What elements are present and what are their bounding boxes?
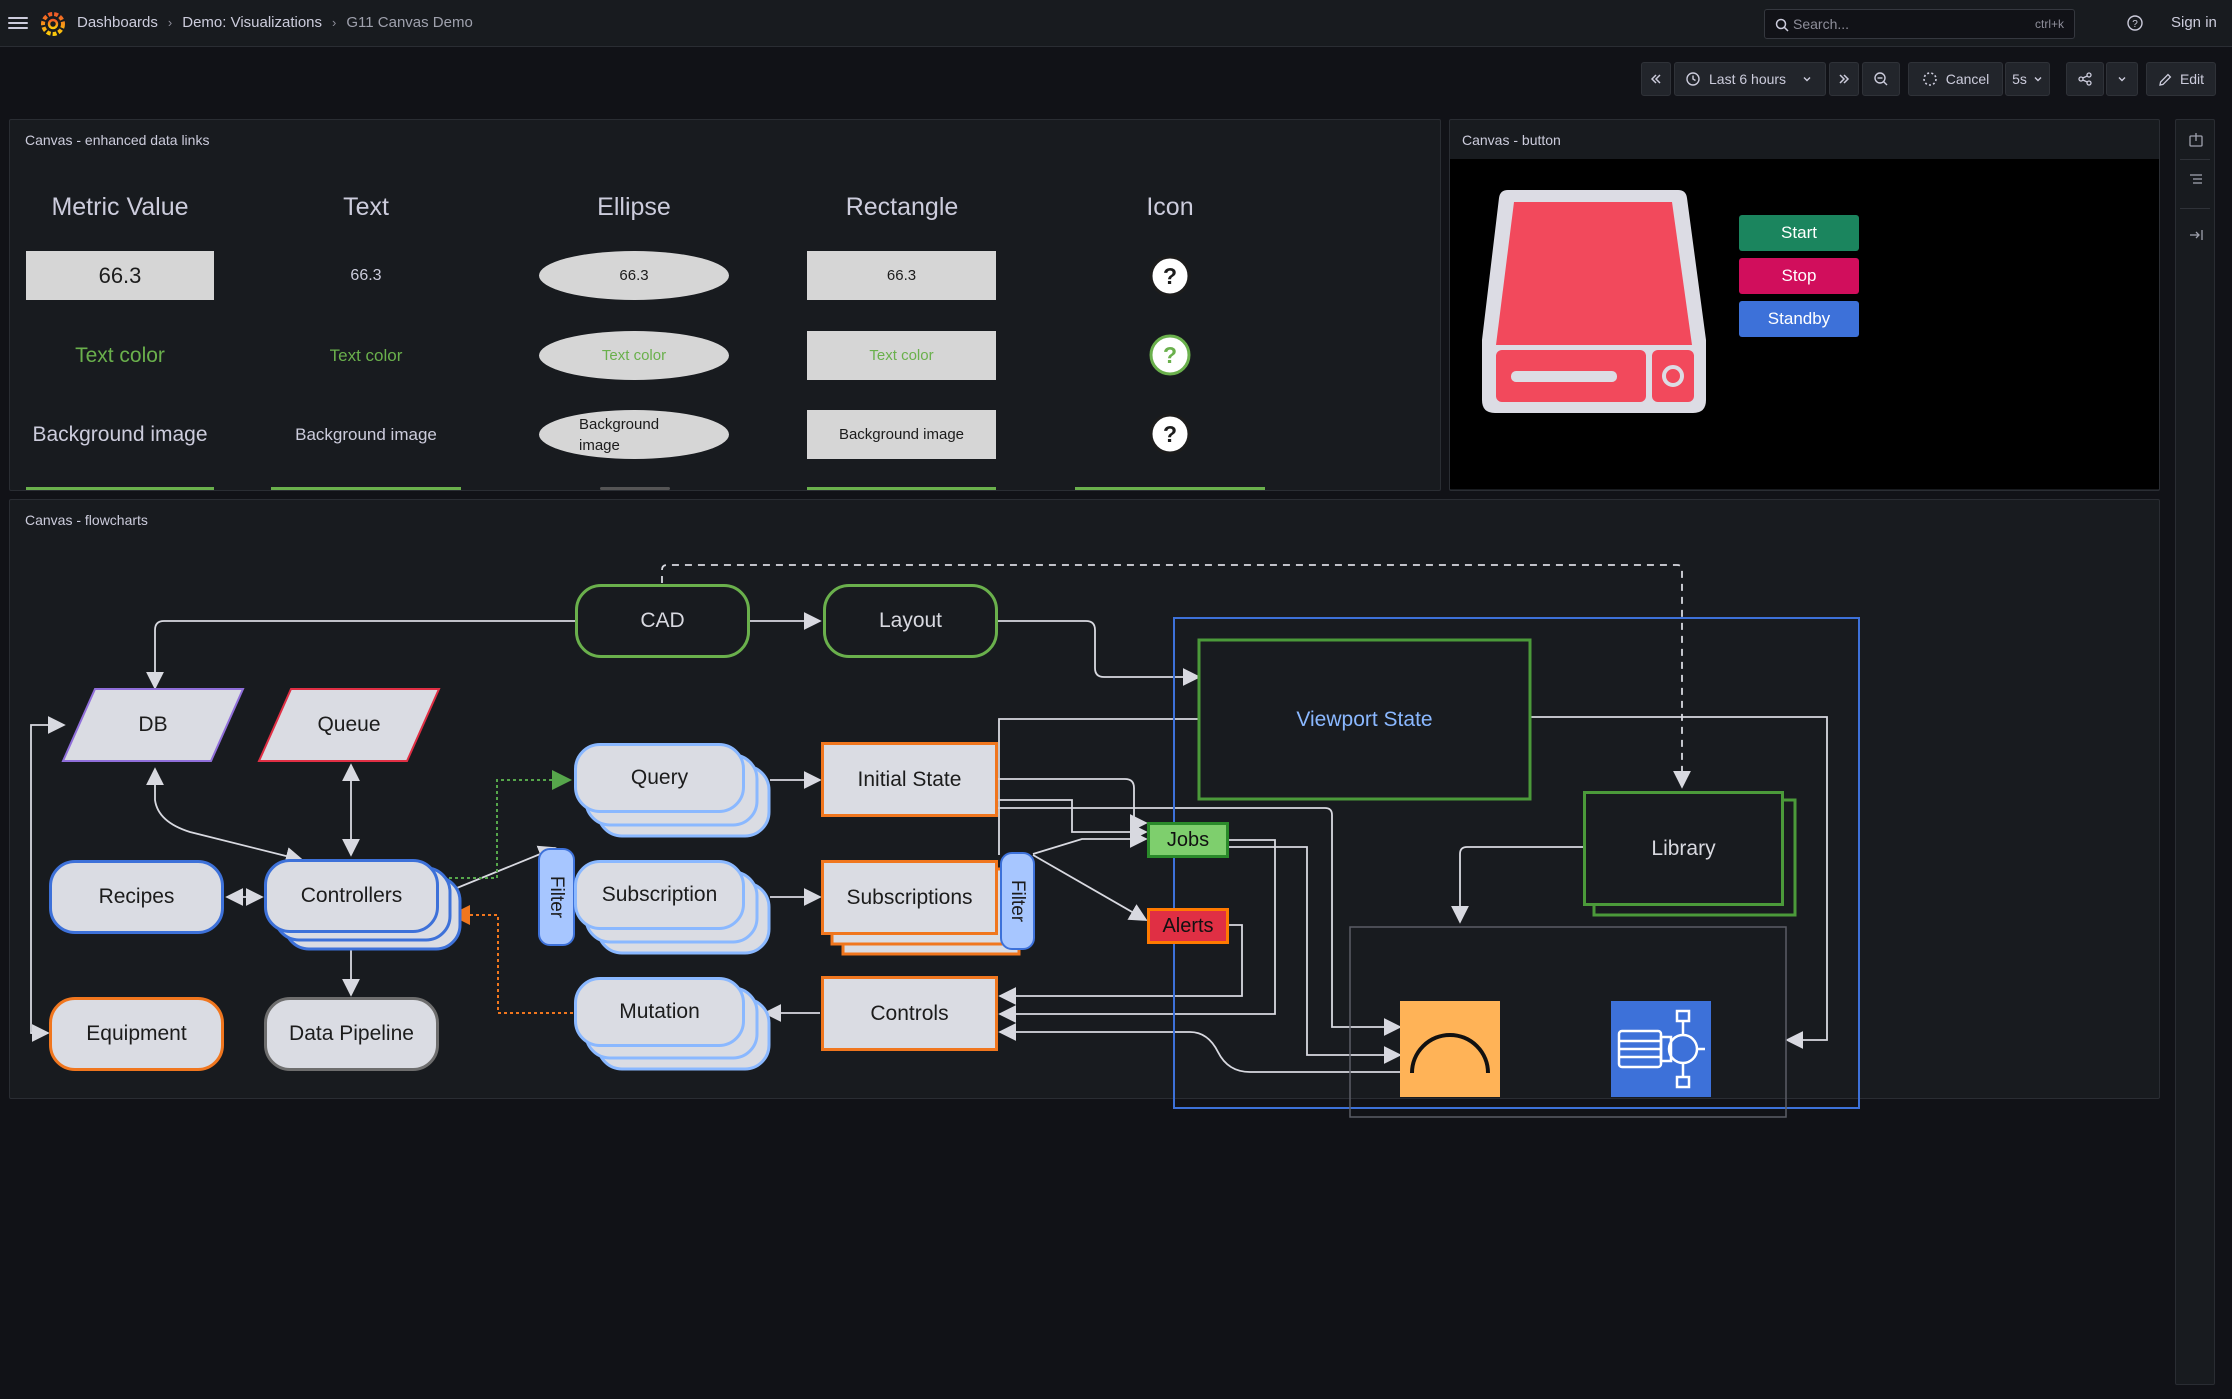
node-queue[interactable]: Queue: [259, 689, 439, 761]
node-library[interactable]: Library: [1583, 791, 1784, 906]
node-cad[interactable]: CAD: [575, 584, 750, 658]
node-db[interactable]: DB: [63, 689, 243, 761]
node-jobs[interactable]: Jobs: [1147, 822, 1229, 858]
node-recipes[interactable]: Recipes: [49, 860, 224, 934]
node-controllers[interactable]: Controllers: [264, 859, 439, 933]
gauge-icon[interactable]: [1400, 1001, 1500, 1097]
node-mutation[interactable]: Mutation: [574, 977, 745, 1047]
node-data-pipeline[interactable]: Data Pipeline: [264, 997, 439, 1071]
filter-label: Filter: [546, 875, 568, 919]
node-viewport-state[interactable]: Viewport State: [1199, 640, 1530, 799]
node-subscriptions[interactable]: Subscriptions: [821, 860, 998, 935]
node-subscription[interactable]: Subscription: [574, 860, 745, 930]
pump-icon[interactable]: [1611, 1001, 1711, 1097]
node-equipment[interactable]: Equipment: [49, 997, 224, 1071]
node-controls[interactable]: Controls: [821, 976, 998, 1051]
filter-label: Filter: [1007, 879, 1029, 923]
node-initial-state[interactable]: Initial State: [821, 742, 998, 817]
node-layout[interactable]: Layout: [823, 584, 998, 658]
node-filter-right[interactable]: Filter: [1000, 852, 1035, 950]
node-query[interactable]: Query: [574, 743, 745, 813]
node-filter-left[interactable]: Filter: [538, 848, 575, 946]
node-alerts[interactable]: Alerts: [1147, 908, 1229, 944]
